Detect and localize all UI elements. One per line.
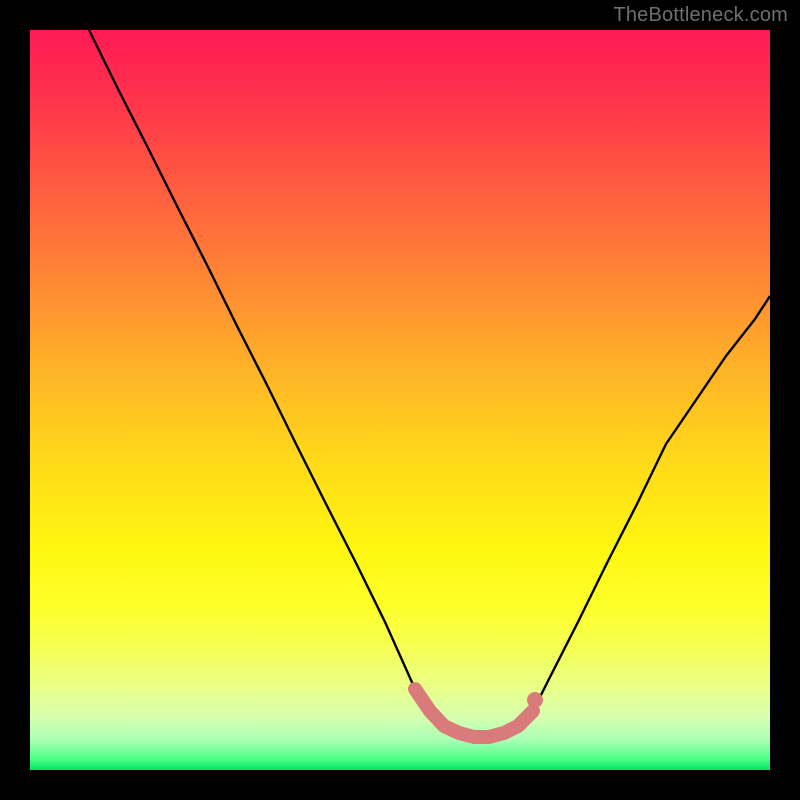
chart-frame: TheBottleneck.com [0,0,800,800]
valley-marker-path [415,689,533,737]
bottleneck-curve-path [89,30,770,737]
curve-layer [30,30,770,770]
valley-end-dot [527,692,543,708]
plot-area [30,30,770,770]
watermark-text: TheBottleneck.com [613,4,788,27]
